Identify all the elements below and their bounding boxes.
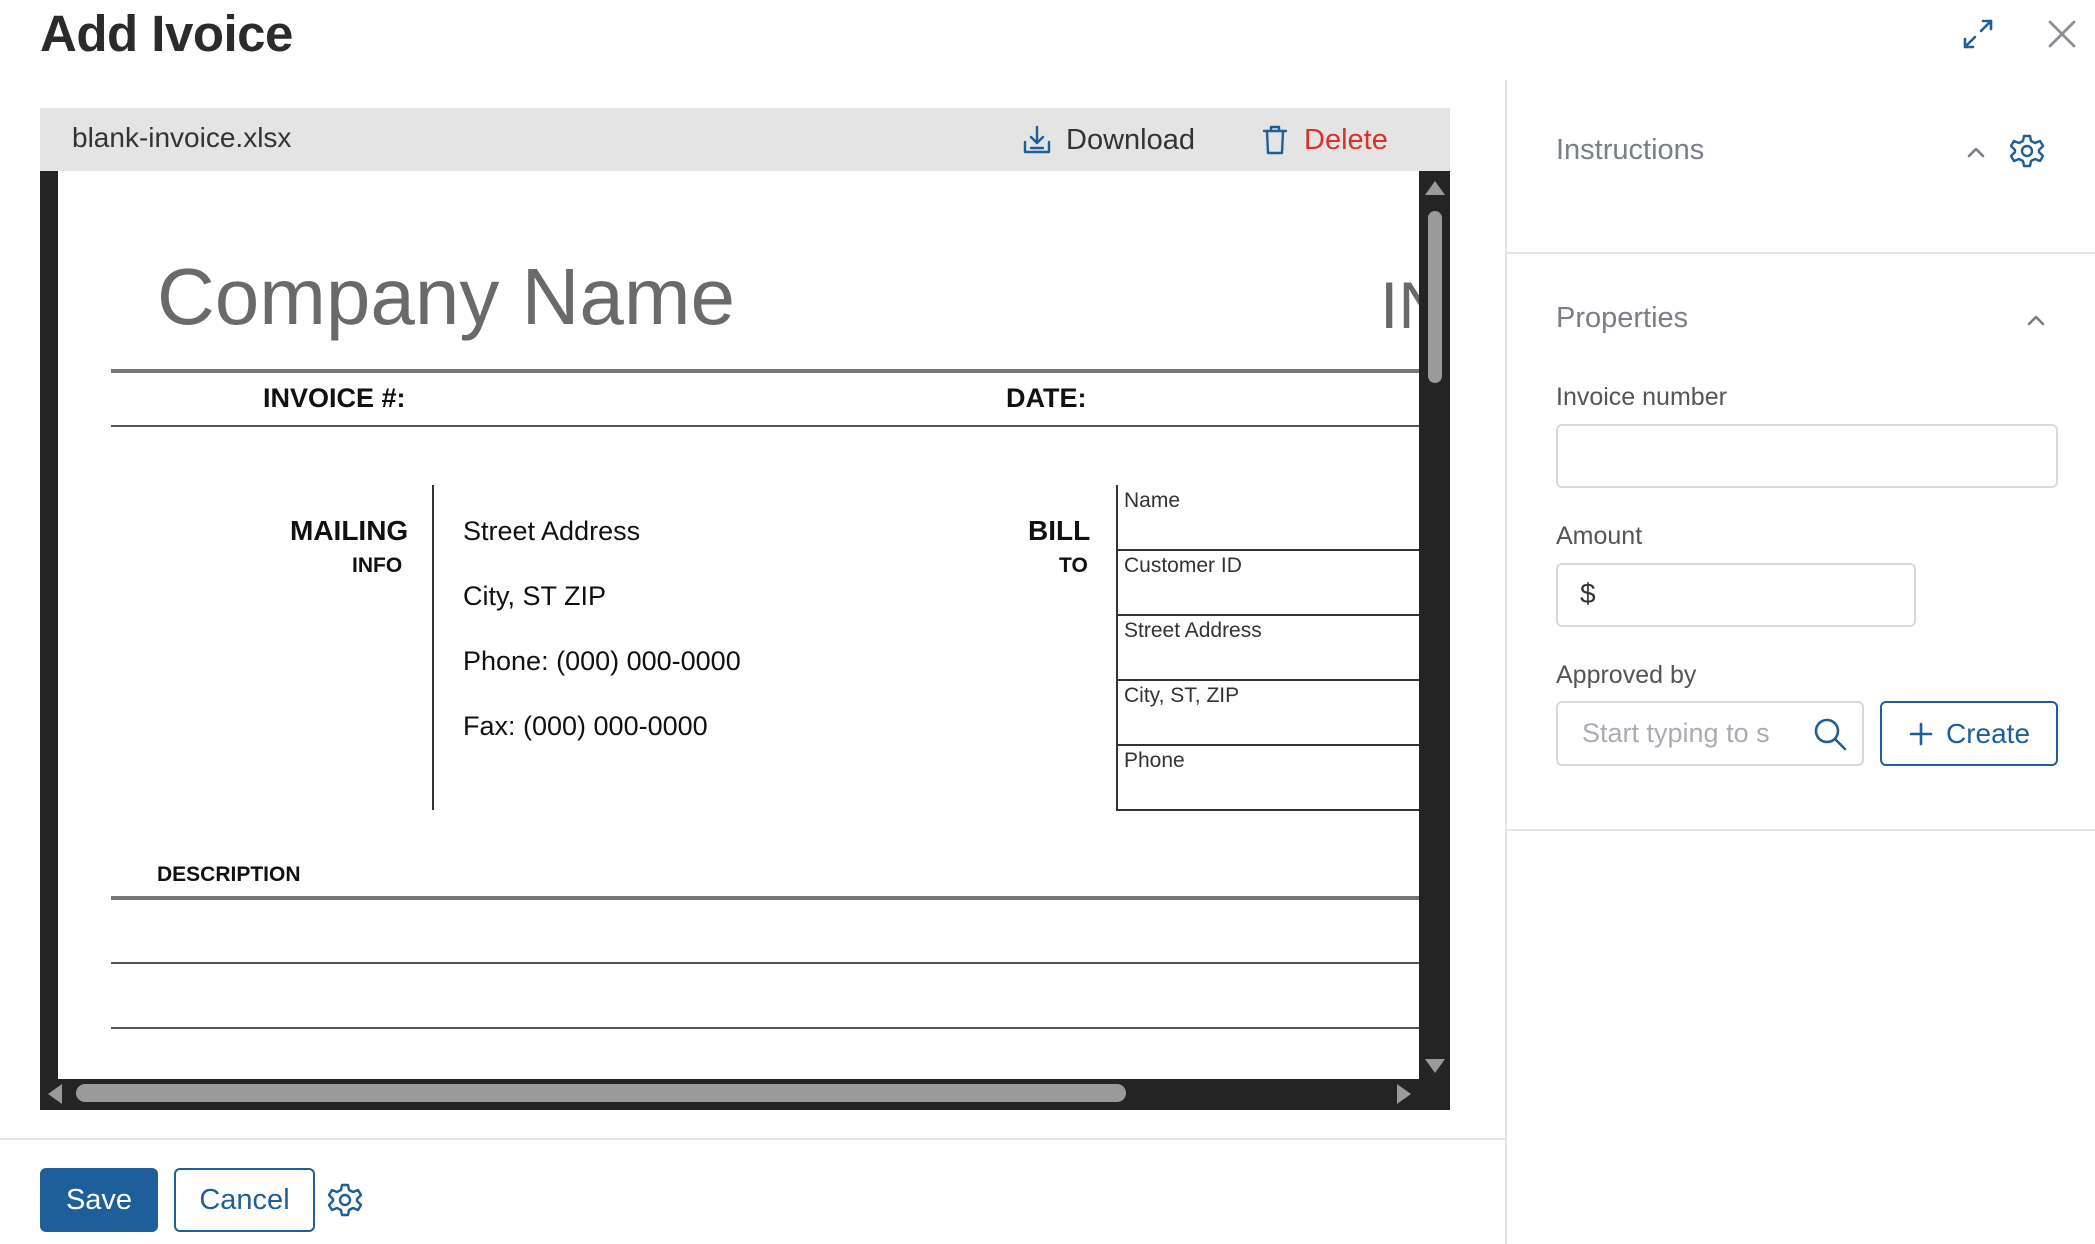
scroll-down-arrow[interactable] [1425,1059,1445,1073]
fax-number: Fax: (000) 000-0000 [463,711,708,741]
delete-button[interactable]: Delete [1258,120,1388,160]
expand-icon[interactable] [1958,14,1998,54]
date-label: DATE: [1006,383,1087,413]
save-button[interactable]: Save [40,1168,158,1232]
phone-number: Phone: (000) 000-0000 [463,646,741,676]
panel-divider [1505,80,1507,1244]
bill-label: BILL [1028,515,1091,546]
invoice-number-input[interactable] [1556,424,2058,488]
amount-input[interactable] [1556,563,1916,627]
chevron-up-icon[interactable] [1961,137,1991,167]
invoice-heading-fragment: IN [1380,268,1419,342]
cancel-button[interactable]: Cancel [174,1168,315,1232]
table-row-line [111,962,1419,964]
bill-field: Street Address [1116,615,1419,681]
search-icon[interactable] [1812,716,1848,752]
description-label: DESCRIPTION [157,863,301,886]
spreadsheet-viewer[interactable]: Company Name IN INVOICE #: DATE: MAILING… [40,171,1450,1110]
invoice-number-label: Invoice number [1556,383,1727,411]
footer-divider [0,1138,1505,1140]
street-address: Street Address [463,516,641,546]
instructions-title: Instructions [1556,134,1705,166]
table-row-line [111,1027,1419,1029]
horizontal-scrollbar-thumb[interactable] [76,1084,1126,1102]
scroll-left-arrow[interactable] [48,1084,62,1104]
section-divider [1507,829,2095,831]
currency-symbol: $ [1580,578,1596,609]
plus-icon [1908,721,1934,747]
mailing-label: MAILING [290,515,409,546]
download-button[interactable]: Download [1020,120,1195,160]
scroll-up-arrow[interactable] [1425,181,1445,195]
bill-field: Customer ID [1116,550,1419,616]
spreadsheet-sheet: Company Name IN INVOICE #: DATE: MAILING… [58,171,1419,1079]
file-name: blank-invoice.xlsx [72,122,292,153]
section-divider [1507,252,2095,254]
invoice-number-label: INVOICE #: [263,383,406,413]
create-button[interactable]: Create [1880,701,2058,766]
chevron-up-icon[interactable] [2021,305,2051,335]
create-label: Create [1945,717,2031,749]
gear-icon[interactable] [327,1182,363,1218]
mailing-divider [432,485,434,810]
download-label: Download [1066,123,1195,156]
bill-field: City, ST, ZIP [1116,680,1419,746]
bill-field: Name [1116,485,1419,551]
properties-title: Properties [1556,302,1689,334]
mailing-sublabel: INFO [352,554,403,577]
scroll-right-arrow[interactable] [1397,1084,1411,1104]
download-icon [1020,123,1054,157]
description-rule [111,896,1419,900]
bill-sublabel: TO [1059,554,1088,577]
header-rule [111,369,1419,373]
trash-icon [1258,123,1292,157]
info-rule [111,425,1419,427]
amount-label: Amount [1556,522,1643,550]
gear-icon[interactable] [2009,133,2045,169]
company-name: Company Name [157,252,736,341]
page-title: Add Ivoice [40,5,293,62]
vertical-scrollbar-thumb[interactable] [1428,211,1442,383]
city-state-zip: City, ST ZIP [463,581,607,611]
file-toolbar: blank-invoice.xlsx Download Delete [40,108,1450,171]
delete-label: Delete [1304,123,1388,156]
approved-by-label: Approved by [1556,661,1697,689]
bill-field: Phone [1116,745,1419,811]
close-icon[interactable] [2042,14,2082,54]
